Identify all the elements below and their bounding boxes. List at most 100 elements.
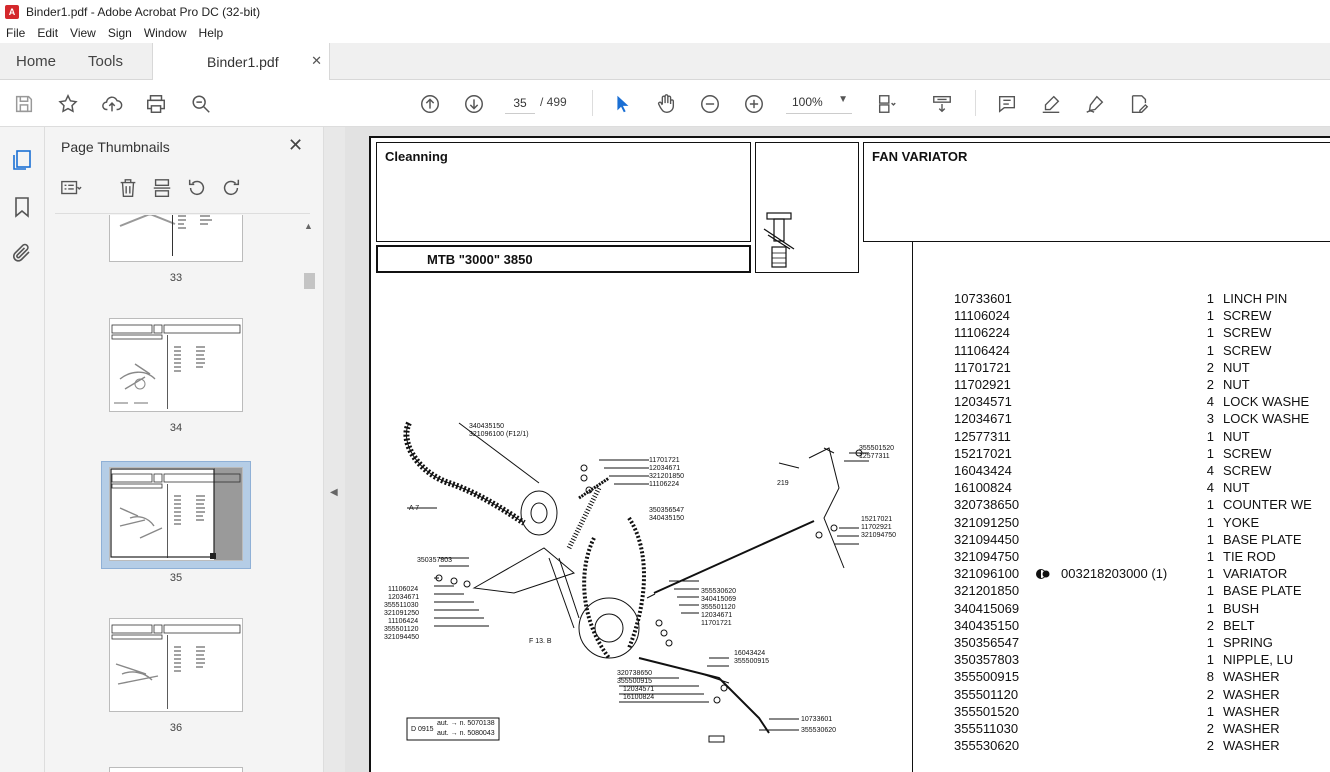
part-code: 355530620 (954, 738, 1020, 754)
upload-cloud-icon[interactable] (100, 92, 124, 116)
page-display-icon[interactable] (875, 92, 899, 116)
part-quantity: 4 (1206, 394, 1214, 410)
part-row: 321201850 1 BASE PLATE (954, 583, 1330, 600)
tab-document[interactable]: Binder1.pdf ✕ (152, 43, 330, 80)
diagram-callout-label: 355501520 (859, 445, 894, 452)
tab-home[interactable]: Home (16, 53, 56, 70)
scroll-mode-icon[interactable] (930, 92, 954, 116)
diagram-callout-label: 321201850 (649, 473, 684, 480)
rotate-clockwise-icon[interactable] (220, 177, 244, 201)
symbol-box (755, 142, 859, 273)
part-description: SCREW (1223, 308, 1272, 324)
thumbnail-page-37[interactable] (109, 767, 243, 772)
part-code: 11702921 (954, 377, 1011, 392)
rotate-counterclockwise-icon[interactable] (186, 177, 210, 201)
part-quantity: 3 (1206, 411, 1214, 427)
acrobat-window: A Binder1.pdf - Adobe Acrobat Pro DC (32… (0, 0, 1330, 772)
part-quantity: 4 (1206, 480, 1214, 496)
part-row: 11701721 2 NUT (954, 360, 1330, 377)
page-number-input[interactable] (505, 92, 535, 114)
fill-sign-icon[interactable] (1127, 92, 1151, 116)
thumbnail-page-number: 34 (169, 422, 183, 434)
scroll-up-icon[interactable]: ▲ (304, 221, 313, 231)
chevron-down-icon: ▼ (838, 94, 848, 105)
menu-file[interactable]: File (6, 26, 25, 40)
part-quantity: 1 (1206, 600, 1214, 616)
options-menu-icon[interactable] (60, 177, 84, 201)
part-row: 15217021 1 SCREW (954, 446, 1330, 463)
diagram-callout-label: 350357803 (417, 557, 452, 564)
close-tab-icon[interactable]: ✕ (311, 53, 322, 69)
extract-pages-icon[interactable] (151, 177, 175, 201)
save-icon[interactable] (12, 92, 36, 116)
next-page-icon[interactable] (462, 92, 486, 116)
part-row: 12034671 3 LOCK WASHE (954, 411, 1330, 428)
collapse-panel-icon[interactable]: ◀ (330, 487, 338, 498)
part-quantity: 1 (1206, 291, 1214, 306)
page-thumbnails-icon[interactable] (10, 148, 34, 172)
diagram-callout-label: 340435150 (649, 515, 684, 522)
menu-sign[interactable]: Sign (108, 26, 132, 40)
part-code: 355501520 (954, 703, 1020, 719)
print-icon[interactable] (144, 92, 168, 116)
zoom-in-icon[interactable] (742, 92, 766, 116)
part-code: 355500915 (954, 669, 1020, 685)
hand-tool-icon[interactable] (654, 92, 678, 116)
panel-splitter[interactable]: ◀ (323, 127, 345, 772)
diagram-callout-label: 11701721 (701, 620, 732, 627)
part-description: WASHER (1223, 686, 1280, 702)
title-bar: A Binder1.pdf - Adobe Acrobat Pro DC (32… (0, 0, 1330, 23)
thumbnail-toolbar (60, 177, 308, 205)
pdf-page: Cleanning MTB "3000" 3850 FAN VARIATOR 1 (369, 136, 1330, 772)
part-row: 12577311 1 NUT (954, 429, 1330, 446)
close-panel-icon[interactable]: ✕ (288, 135, 303, 156)
select-cursor-icon[interactable] (610, 92, 634, 116)
part-description: WASHER (1223, 703, 1280, 719)
part-row: 11702921 2 NUT (954, 377, 1330, 394)
part-row: 16043424 4 SCREW (954, 463, 1330, 480)
part-row: 355511030 2 WASHER (954, 721, 1330, 738)
document-view[interactable]: Cleanning MTB "3000" 3850 FAN VARIATOR 1 (345, 127, 1330, 772)
diagram-callout-label: 340415069 (701, 596, 736, 603)
highlight-pen-icon[interactable] (1039, 92, 1063, 116)
attachments-icon[interactable] (10, 241, 34, 265)
group-title: FAN VARIATOR (872, 149, 968, 164)
part-description: SCREW (1223, 463, 1272, 478)
bookmarks-icon[interactable] (10, 195, 34, 219)
part-code: 11106424 (954, 342, 1010, 358)
part-description: LINCH PIN (1223, 291, 1288, 306)
part-quantity: 2 (1206, 738, 1214, 754)
part-description: BUSH (1223, 600, 1260, 616)
menu-help[interactable]: Help (199, 26, 224, 40)
zoom-level-value: 100% (792, 95, 823, 109)
diagram-callout-label: 12034671 (701, 612, 732, 619)
diagram-label-219: 219 (777, 480, 789, 487)
thumbnail-scrollbar[interactable]: ▲ (302, 215, 316, 772)
acrobat-logo-icon: A (5, 4, 19, 19)
thumbnail-page-34[interactable] (109, 318, 243, 412)
delete-pages-icon[interactable] (117, 177, 141, 201)
thumbnail-page-36[interactable] (109, 618, 243, 712)
menu-window[interactable]: Window (144, 26, 187, 40)
sign-pen-icon[interactable] (1083, 92, 1107, 116)
part-row: 11106024 1 SCREW (954, 308, 1330, 325)
scrollbar-thumb[interactable] (304, 273, 315, 289)
zoom-search-icon[interactable] (189, 92, 213, 116)
bookmark-star-icon[interactable] (56, 92, 80, 116)
tab-tools[interactable]: Tools (88, 53, 123, 70)
zoom-out-icon[interactable] (698, 92, 722, 116)
zoom-level-select[interactable]: 100% ▼ (786, 92, 852, 114)
part-description: NUT (1223, 428, 1250, 444)
diagram-callout-label: 355511030 (384, 602, 419, 609)
previous-page-icon[interactable] (418, 92, 442, 116)
menu-view[interactable]: View (70, 26, 96, 40)
part-code: 321091250 (954, 514, 1020, 530)
part-quantity: 2 (1206, 686, 1214, 702)
thumbnail-page-35[interactable] (109, 467, 243, 561)
replacement-note-icon (1036, 568, 1050, 580)
comment-icon[interactable] (995, 92, 1019, 116)
thumbnail-page-33[interactable] (109, 215, 243, 262)
window-title: Binder1.pdf - Adobe Acrobat Pro DC (32-b… (26, 4, 261, 19)
menu-edit[interactable]: Edit (37, 26, 58, 40)
diagram-callout-label: 11701721 (649, 457, 680, 464)
